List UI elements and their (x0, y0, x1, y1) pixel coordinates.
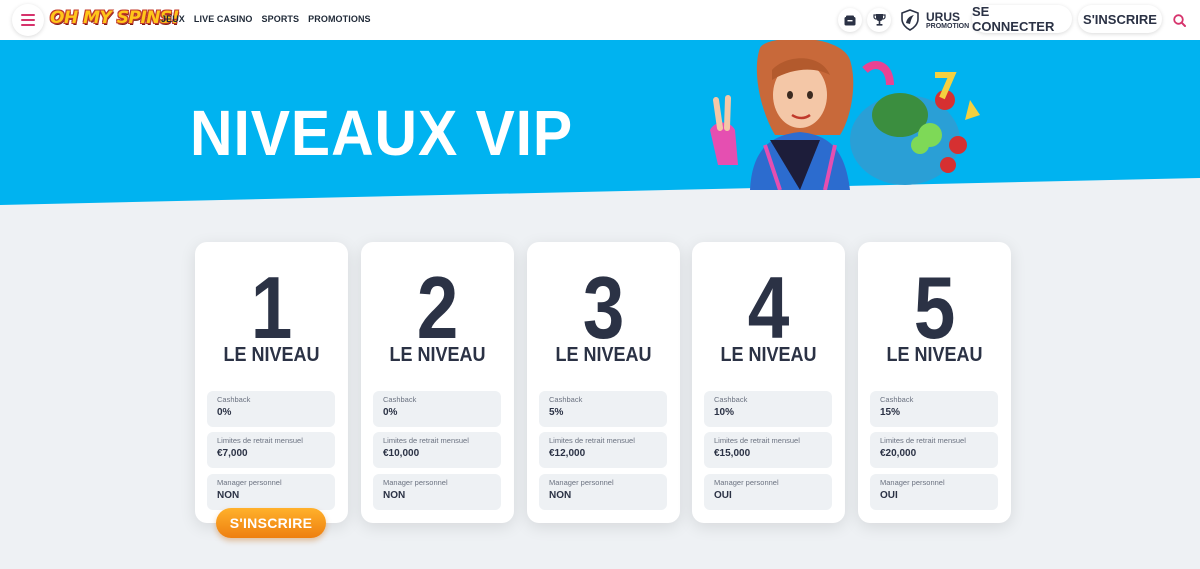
cashback-stat: Cashback 5% (539, 391, 667, 427)
stat-label: Cashback (383, 395, 417, 404)
personal-manager-stat: Manager personnel OUI (704, 474, 832, 510)
search-button[interactable] (1167, 8, 1191, 32)
vip-level-card: 4 LE NIVEAU Cashback 10% Limites de retr… (692, 242, 845, 523)
stat-value: 0% (217, 406, 232, 418)
stat-value: €15,000 (714, 447, 751, 459)
stat-label: Limites de retrait mensuel (714, 436, 800, 445)
stat-label: Cashback (880, 395, 914, 404)
stat-label: Manager personnel (549, 478, 614, 487)
cashier-icon (844, 15, 856, 25)
stat-value: NON (217, 489, 240, 501)
nav-link-live-casino[interactable]: LIVE CASINO (194, 14, 253, 24)
hero-background (0, 40, 1200, 205)
cashier-button[interactable] (838, 8, 862, 32)
withdrawal-limit-stat: Limites de retrait mensuel €7,000 (207, 432, 335, 468)
stat-value: OUI (714, 489, 732, 501)
personal-manager-stat: Manager personnel NON (539, 474, 667, 510)
menu-button[interactable] (12, 4, 44, 36)
stat-value: NON (383, 489, 406, 501)
vip-level-card: 2 LE NIVEAU Cashback 0% Limites de retra… (361, 242, 514, 523)
stat-value: €7,000 (217, 447, 248, 459)
withdrawal-limit-stat: Limites de retrait mensuel €20,000 (870, 432, 998, 468)
personal-manager-stat: Manager personnel NON (373, 474, 501, 510)
stat-label: Limites de retrait mensuel (880, 436, 966, 445)
level-label: LE NIVEAU (223, 344, 320, 366)
page-title: NIVEAUX VIP (190, 97, 574, 169)
tournaments-button[interactable] (867, 8, 891, 32)
site-logo[interactable]: OH MY SPINS! (50, 8, 180, 28)
menu-icon (21, 14, 35, 26)
top-navigation-bar: OH MY SPINS! JEUX LIVE CASINO SPORTS PRO… (0, 0, 1200, 40)
level-label: LE NIVEAU (555, 344, 652, 366)
main-nav: JEUX LIVE CASINO SPORTS PROMOTIONS (161, 14, 371, 24)
withdrawal-limit-stat: Limites de retrait mensuel €10,000 (373, 432, 501, 468)
urus-title: URUS (926, 9, 961, 24)
stat-label: Manager personnel (383, 478, 448, 487)
stat-label: Cashback (714, 395, 748, 404)
personal-manager-stat: Manager personnel OUI (870, 474, 998, 510)
level-label: LE NIVEAU (720, 344, 817, 366)
stat-value: 10% (714, 406, 735, 418)
stat-label: Cashback (549, 395, 583, 404)
cashback-stat: Cashback 0% (207, 391, 335, 427)
nav-link-sports[interactable]: SPORTS (262, 14, 300, 24)
hero-banner: NIVEAUX VIP (0, 40, 1200, 210)
level-number: 4 (747, 258, 790, 357)
stat-label: Manager personnel (714, 478, 779, 487)
nav-link-promotions[interactable]: PROMOTIONS (308, 14, 371, 24)
signup-cta-button[interactable]: S'INSCRIRE (216, 508, 326, 538)
stat-label: Limites de retrait mensuel (549, 436, 635, 445)
stat-value: €20,000 (880, 447, 917, 459)
cashback-stat: Cashback 0% (373, 391, 501, 427)
withdrawal-limit-stat: Limites de retrait mensuel €12,000 (539, 432, 667, 468)
trophy-icon (872, 14, 886, 26)
level-number: 2 (416, 258, 459, 357)
stat-value: NON (549, 489, 572, 501)
stat-value: €12,000 (549, 447, 586, 459)
stat-value: 5% (549, 406, 564, 418)
login-button[interactable]: SE CONNECTER (972, 4, 1072, 34)
stat-value: €10,000 (383, 447, 420, 459)
level-number: 3 (582, 258, 625, 357)
shield-icon (901, 9, 919, 31)
stat-value: OUI (880, 489, 898, 501)
level-number: 5 (913, 258, 956, 357)
level-number: 1 (250, 258, 293, 357)
stat-value: 0% (383, 406, 398, 418)
stat-label: Manager personnel (217, 478, 282, 487)
vip-level-card: 1 LE NIVEAU Cashback 0% Limites de retra… (195, 242, 348, 523)
personal-manager-stat: Manager personnel NON (207, 474, 335, 510)
stat-label: Limites de retrait mensuel (383, 436, 469, 445)
stat-label: Limites de retrait mensuel (217, 436, 303, 445)
vip-level-card: 3 LE NIVEAU Cashback 5% Limites de retra… (527, 242, 680, 523)
withdrawal-limit-stat: Limites de retrait mensuel €15,000 (704, 432, 832, 468)
stat-label: Manager personnel (880, 478, 945, 487)
level-label: LE NIVEAU (886, 344, 983, 366)
search-icon (1172, 13, 1186, 27)
stat-label: Cashback (217, 395, 251, 404)
cashback-stat: Cashback 10% (704, 391, 832, 427)
vip-level-card: 5 LE NIVEAU Cashback 15% Limites de retr… (858, 242, 1011, 523)
nav-link-jeux[interactable]: JEUX (161, 14, 185, 24)
cashback-stat: Cashback 15% (870, 391, 998, 427)
urus-promotion-link[interactable]: URUS PROMOTION (900, 9, 969, 31)
stat-value: 15% (880, 406, 901, 418)
level-label: LE NIVEAU (389, 344, 486, 366)
urus-subtitle: PROMOTION (926, 22, 970, 30)
hero-character-illustration (710, 40, 980, 190)
signup-button[interactable]: S'INSCRIRE (1078, 5, 1162, 33)
